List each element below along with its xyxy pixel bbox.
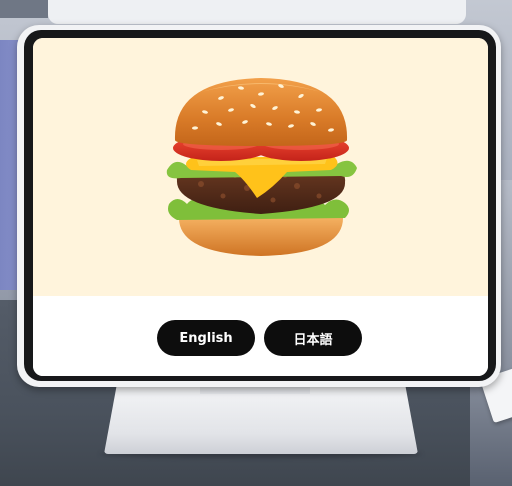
english-button[interactable]: English: [157, 320, 255, 356]
hero-banner: [33, 38, 488, 296]
hamburger-image: [166, 78, 357, 256]
background-device-top: [48, 0, 466, 24]
kiosk-screen[interactable]: English 日本語: [33, 38, 488, 376]
kiosk-stand-base: [104, 386, 418, 454]
background-shelf: [0, 0, 48, 18]
japanese-button[interactable]: 日本語: [264, 320, 362, 356]
language-bar: [33, 296, 488, 376]
